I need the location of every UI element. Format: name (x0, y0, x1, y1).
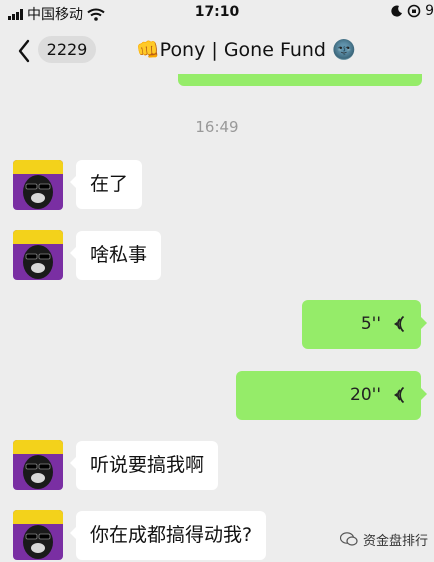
status-right-group: 9 (391, 3, 434, 19)
contact-avatar[interactable] (13, 160, 63, 210)
wechat-icon (340, 532, 358, 546)
moon-icon (391, 5, 403, 17)
contact-avatar[interactable] (13, 510, 63, 560)
message-text: 你在成都搞得动我? (90, 524, 253, 546)
chat-title: 👊Pony | Gone Fund 🌚 (136, 39, 356, 61)
watermark-text: 资金盘排行 (363, 534, 429, 549)
message-bubble[interactable]: 听说要搞我啊 (69, 441, 219, 490)
message-timestamp: 16:49 (195, 118, 239, 136)
message-bubble[interactable]: 你在成都搞得动我? (69, 511, 267, 560)
voice-duration: 5'' (360, 314, 381, 334)
message-text: 在了 (90, 173, 129, 195)
unread-count-badge[interactable]: 2229 (38, 36, 96, 63)
voice-wave-icon (394, 315, 405, 333)
status-bar: 中国移动 17:10 9 (0, 0, 434, 26)
contact-avatar[interactable] (13, 230, 63, 280)
message-text: 听说要搞我啊 (90, 454, 205, 476)
chat-header: 2229 👊Pony | Gone Fund 🌚 (0, 26, 434, 76)
voice-wave-icon (394, 386, 405, 404)
voice-message-bubble[interactable]: 5'' (302, 300, 427, 349)
status-time: 17:10 (194, 4, 240, 20)
voice-message-bubble[interactable]: 20'' (236, 371, 427, 420)
orientation-lock-icon (407, 4, 421, 18)
message-bubble[interactable]: 在了 (69, 160, 143, 209)
previous-message-bubble (178, 74, 422, 86)
message-text: 啥私事 (90, 244, 148, 266)
battery-partial: 9 (425, 3, 434, 19)
watermark: 资金盘排行 (340, 530, 428, 549)
message-bubble[interactable]: 啥私事 (69, 231, 162, 280)
contact-avatar[interactable] (13, 440, 63, 490)
voice-duration: 20'' (350, 385, 381, 405)
